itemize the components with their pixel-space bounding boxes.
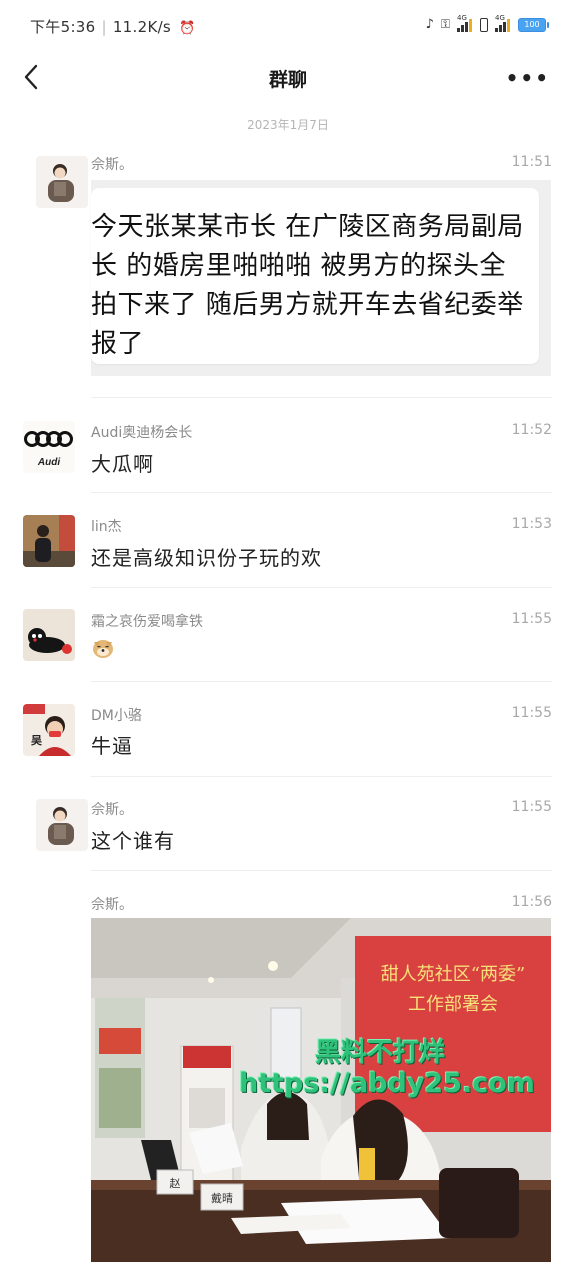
quoted-message-text: 今天张某某市长 在广陵区商务局副局长 的婚房里啪啪啪 被男方的探头全拍下来了 随… bbox=[91, 212, 524, 359]
message-time: 11:53 bbox=[511, 516, 552, 532]
divider bbox=[91, 870, 552, 871]
battery-level: 100 bbox=[524, 19, 540, 29]
watermark-text-2: https://abdy25.com bbox=[239, 1068, 535, 1099]
avatar-cartoon-boy-icon bbox=[48, 164, 74, 202]
sender-name: 佘斯。 bbox=[91, 157, 133, 173]
date-divider: 2023年1月7日 bbox=[247, 118, 329, 132]
message-text: 还是高级知识份子玩的欢 bbox=[91, 546, 322, 570]
signal-2-icon: 4G bbox=[495, 14, 511, 32]
message-text: 牛逼 bbox=[91, 734, 133, 758]
sender-name: DM小骆 bbox=[91, 708, 142, 724]
signal-1-icon: 4G bbox=[457, 14, 473, 32]
nameplate-left: 赵 bbox=[170, 1176, 181, 1190]
status-right: ♪ ⚿ 4G 4G 100 bbox=[425, 14, 549, 32]
more-options-icon[interactable]: ••• bbox=[506, 66, 550, 90]
chat-header: 群聊 ••• bbox=[0, 52, 576, 104]
sender-name: 佘斯。 bbox=[91, 897, 133, 913]
message-time: 11:55 bbox=[511, 705, 552, 721]
divider bbox=[91, 587, 552, 588]
shared-photo[interactable]: 甜人苑社区“两委” 工作部署会 赵 戴晴 黑料不打烊 https://abdy2… bbox=[91, 918, 551, 1262]
sender-name: Audi奥迪杨会长 bbox=[91, 425, 193, 441]
message-time: 11:55 bbox=[511, 611, 552, 627]
divider bbox=[91, 681, 552, 682]
avatar-cartoon-boy-icon bbox=[48, 807, 74, 845]
battery-icon: 100 bbox=[518, 17, 549, 32]
avatar[interactable] bbox=[23, 515, 75, 567]
banner-text-1: 甜人苑社区“两委” bbox=[381, 964, 525, 985]
avatar-photo-icon bbox=[23, 515, 75, 567]
network-speed: 11.2K/s bbox=[112, 18, 172, 36]
avatar-audi-label: Audi bbox=[37, 457, 60, 468]
message-time: 11:55 bbox=[511, 799, 552, 815]
status-bar: 下午5:36 | 11.2K/s ⏰ ♪ ⚿ 4G 4G 100 bbox=[0, 0, 576, 52]
doge-emoji-icon bbox=[93, 640, 113, 658]
divider bbox=[91, 776, 552, 777]
divider bbox=[91, 492, 552, 493]
avatar[interactable]: 吴 bbox=[23, 704, 75, 756]
avatar[interactable] bbox=[36, 799, 88, 851]
forwarded-screenshot[interactable]: 今天张某某市长 在广陵区商务局副局长 的婚房里啪啪啪 被男方的探头全拍下来了 随… bbox=[91, 180, 551, 376]
alarm-icon: ⏰ bbox=[179, 21, 196, 36]
message-text: 大瓜啊 bbox=[91, 452, 154, 476]
sender-name: 佘斯。 bbox=[91, 802, 133, 818]
chat-title: 群聊 bbox=[268, 69, 307, 91]
message-time: 11:51 bbox=[511, 154, 552, 170]
quoted-message-bubble: 今天张某某市长 在广陵区商务局副局长 的婚房里啪啪啪 被男方的探头全拍下来了 随… bbox=[91, 188, 539, 364]
avatar-kumamon-icon bbox=[23, 609, 75, 661]
nameplate-right: 戴晴 bbox=[211, 1191, 233, 1205]
avatar[interactable]: Audi bbox=[23, 421, 75, 473]
sim-icon bbox=[480, 17, 488, 32]
message-time: 11:52 bbox=[511, 422, 552, 438]
message-text: 这个谁有 bbox=[91, 829, 175, 853]
avatar-dm-label: 吴 bbox=[31, 734, 43, 747]
tiktok-notification-icon: ♪ bbox=[425, 17, 434, 32]
sender-name: lin杰 bbox=[91, 519, 122, 535]
avatar-audi-logo-icon: Audi bbox=[23, 421, 75, 473]
message-time: 11:56 bbox=[511, 894, 552, 910]
status-left: 下午5:36 | 11.2K/s ⏰ bbox=[30, 18, 196, 36]
banner-text-2: 工作部署会 bbox=[408, 994, 498, 1015]
avatar-red-mask-icon: 吴 bbox=[23, 704, 75, 756]
sender-name: 霜之哀伤爱喝拿铁 bbox=[91, 614, 203, 630]
key-icon: ⚿ bbox=[440, 17, 450, 31]
watermark-text-1: 黑料不打烊 bbox=[315, 1038, 446, 1068]
status-time: 下午5:36 bbox=[30, 18, 96, 36]
divider bbox=[91, 397, 552, 398]
avatar[interactable] bbox=[36, 156, 88, 208]
avatar[interactable] bbox=[23, 609, 75, 661]
